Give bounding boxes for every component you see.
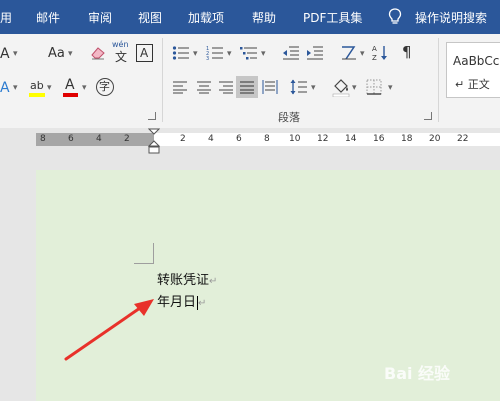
menu-item-addins[interactable]: 加载项 [188, 9, 224, 26]
svg-text:Z: Z [372, 54, 377, 62]
shading-dropdown-icon[interactable]: ▾ [352, 80, 357, 96]
numbering-icon[interactable]: 1 2 3 [206, 45, 224, 61]
center-icon[interactable] [196, 80, 212, 94]
group-separator [438, 38, 439, 122]
chinese-layout-icon[interactable] [340, 45, 358, 61]
highlight-button[interactable]: ab [28, 78, 46, 98]
svg-text:3: 3 [206, 56, 209, 61]
menu-item-view[interactable]: 视图 [138, 9, 162, 26]
ruler-tick-label: 16 [373, 134, 385, 144]
ruler-tick-label: 12 [317, 134, 329, 144]
lightbulb-icon[interactable] [388, 8, 402, 26]
enclose-characters-button[interactable]: 字 [96, 78, 114, 96]
sort-icon[interactable]: A Z [372, 44, 390, 62]
line-spacing-dropdown-icon[interactable]: ▾ [311, 80, 316, 96]
menu-item-help[interactable]: 帮助 [252, 9, 276, 26]
ruler-tick-label: 2 [124, 134, 130, 144]
bullets-dropdown-icon[interactable]: ▾ [193, 46, 198, 62]
group-separator [162, 38, 163, 122]
annotation-arrow-icon [64, 299, 154, 361]
document-line-text: 年月日 [157, 295, 197, 310]
style-normal[interactable]: AaBbCc ↵ 正文 [446, 42, 500, 98]
ruler-tick-label: 6 [68, 134, 74, 144]
tell-me-search[interactable]: 操作说明搜索 [415, 9, 487, 26]
style-preview: AaBbCc [453, 54, 500, 68]
align-left-icon[interactable] [172, 80, 188, 94]
shading-icon[interactable] [332, 77, 350, 97]
decrease-indent-icon[interactable] [282, 45, 300, 61]
ruler-tick-label: 4 [208, 134, 214, 144]
justify-button[interactable] [236, 76, 258, 98]
ruler-tick-label: 8 [40, 134, 46, 144]
chinese-layout-dropdown-icon[interactable]: ▾ [360, 46, 365, 62]
font-dialog-launcher-icon[interactable] [148, 112, 156, 120]
style-name: ↵ 正文 [455, 78, 490, 91]
character-border-button[interactable]: A [136, 44, 153, 62]
show-marks-icon[interactable]: ¶ [402, 44, 412, 60]
multilevel-dropdown-icon[interactable]: ▾ [261, 46, 266, 62]
menu-bar: 用 邮件 审阅 视图 加载项 帮助 PDF工具集 操作说明搜索 [0, 0, 500, 34]
text-effects-dropdown-icon[interactable]: ▾ [13, 80, 18, 96]
document-line[interactable]: 年月日 ↵ [157, 291, 206, 310]
ruler-tick-label: 4 [96, 134, 102, 144]
ruler-margin-area [36, 133, 154, 146]
ruler-tick-label: 14 [345, 134, 357, 144]
svg-text:A: A [372, 45, 377, 53]
borders-dropdown-icon[interactable]: ▾ [388, 80, 393, 96]
paragraph-dialog-launcher-icon[interactable] [424, 112, 432, 120]
borders-icon[interactable] [366, 79, 382, 95]
justify-icon [240, 81, 254, 94]
menu-item-review[interactable]: 审阅 [88, 9, 112, 26]
font-color-button[interactable]: A [62, 76, 78, 98]
paragraph-group-label: 段落 [278, 111, 300, 124]
ruler-tick-label: 8 [264, 134, 270, 144]
align-right-icon[interactable] [218, 80, 234, 94]
font-color-bar [63, 93, 78, 97]
indent-marker-icon[interactable] [148, 128, 160, 156]
text-effects-button[interactable]: A [0, 80, 10, 96]
ruler-tick-label: 20 [429, 134, 441, 144]
watermark: Bai 经验 [384, 360, 450, 384]
ruler-tick-label: 10 [289, 134, 301, 144]
menu-item-start[interactable]: 用 [0, 9, 12, 26]
ruler-tick-label: 2 [180, 134, 186, 144]
distributed-icon[interactable] [262, 79, 278, 95]
font-color-dropdown-icon[interactable]: ▾ [82, 80, 87, 96]
paragraph-mark: ↵ [209, 276, 218, 287]
eraser-icon[interactable] [90, 46, 106, 60]
grow-font-button[interactable]: A [0, 46, 10, 62]
horizontal-ruler[interactable]: 8 6 4 2 2 4 6 8 10 12 14 16 18 20 22 [0, 128, 500, 158]
document-line-text: 转账凭证 [157, 273, 210, 288]
bullets-icon[interactable] [172, 45, 190, 61]
document-line[interactable]: 转账凭证↵ [157, 269, 217, 288]
ruler-tick-label: 6 [236, 134, 242, 144]
change-case-button[interactable]: Aa [48, 46, 65, 62]
increase-indent-icon[interactable] [306, 45, 324, 61]
highlight-dropdown-icon[interactable]: ▾ [47, 80, 52, 96]
multilevel-list-icon[interactable] [240, 45, 258, 61]
ribbon: A ▾ Aa ▾ wén 文 A A ▾ ab ▾ A ▾ 字 ▾ 1 2 3 … [0, 34, 500, 129]
margin-corner-mark [134, 263, 154, 264]
watermark-text: Bai 经验 [384, 364, 451, 383]
highlight-color-bar [29, 93, 45, 97]
grow-font-dropdown-icon[interactable]: ▾ [13, 46, 18, 62]
numbering-dropdown-icon[interactable]: ▾ [227, 46, 232, 62]
change-case-dropdown-icon[interactable]: ▾ [68, 46, 73, 62]
menu-item-mailings[interactable]: 邮件 [36, 9, 60, 26]
menu-item-pdf-tools[interactable]: PDF工具集 [303, 9, 362, 26]
ruler-tick-label: 18 [401, 134, 413, 144]
margin-corner-mark [153, 243, 154, 263]
line-spacing-icon[interactable] [290, 78, 308, 96]
paragraph-mark: ↵ [198, 298, 207, 309]
phonetic-guide-button[interactable]: wén 文 [112, 40, 130, 66]
ruler-tick-label: 22 [457, 134, 469, 144]
